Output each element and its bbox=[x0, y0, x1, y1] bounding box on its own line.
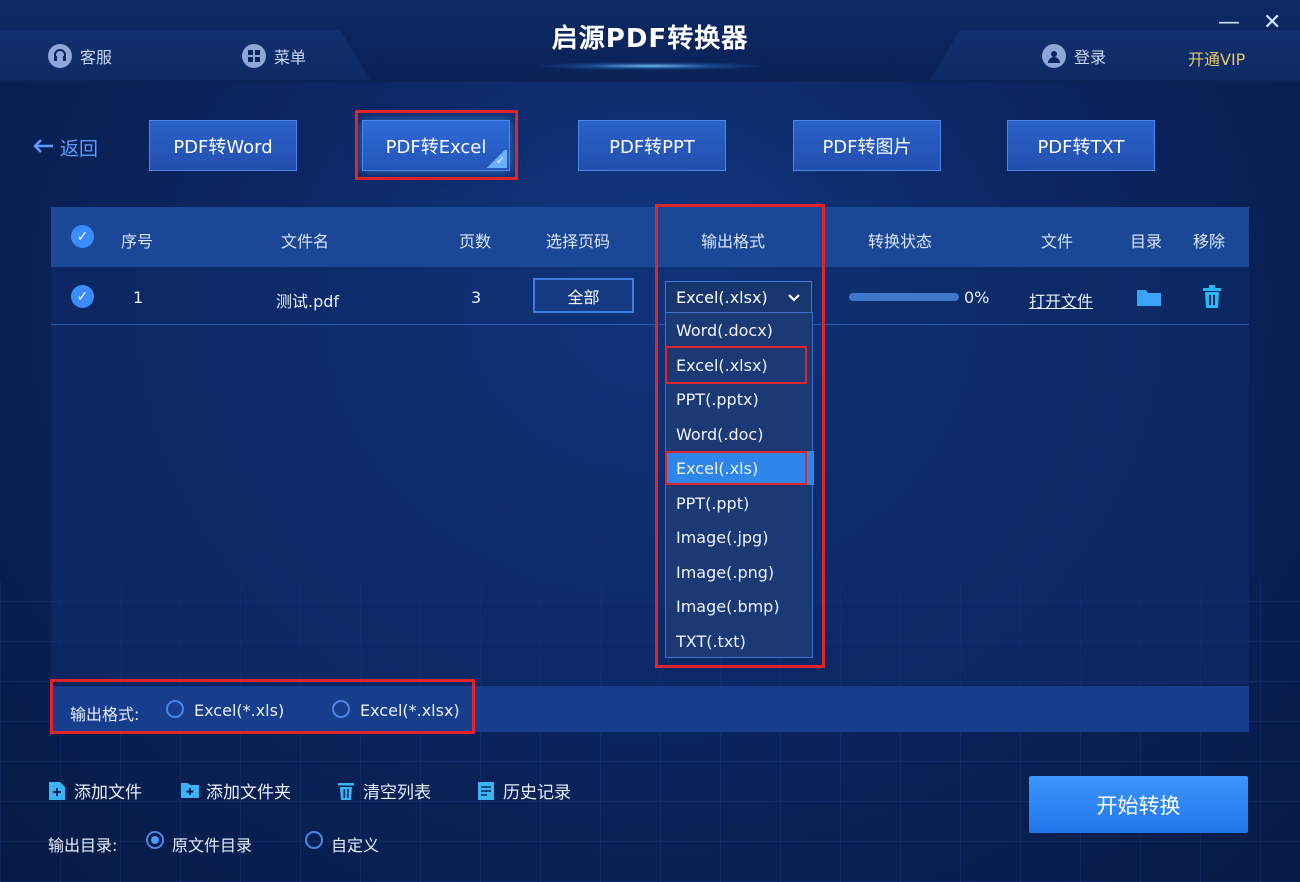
col-filename: 文件名 bbox=[281, 232, 330, 251]
radio-xlsx[interactable] bbox=[332, 700, 350, 718]
radio-xls-label: Excel(*.xls) bbox=[194, 701, 285, 720]
dropdown-option[interactable]: PPT(.ppt) bbox=[666, 486, 814, 520]
col-status: 转换状态 bbox=[868, 232, 933, 251]
login-label: 登录 bbox=[1074, 48, 1107, 67]
tab-pdf-to-word[interactable]: PDF转Word bbox=[149, 120, 297, 171]
radio-xls[interactable] bbox=[166, 700, 184, 718]
select-all-checkbox[interactable]: ✓ bbox=[71, 225, 94, 248]
history-button[interactable]: 历史记录 bbox=[477, 778, 571, 803]
history-label: 历史记录 bbox=[503, 783, 571, 803]
radio-original-dir-label: 原文件目录 bbox=[172, 836, 253, 855]
chevron-down-icon bbox=[787, 288, 801, 307]
add-file-label: 添加文件 bbox=[74, 783, 142, 803]
output-dir-label: 输出目录: bbox=[48, 836, 118, 855]
dropdown-option[interactable]: Word(.docx) bbox=[666, 313, 814, 347]
clear-list-label: 清空列表 bbox=[363, 783, 431, 803]
output-format-value: Excel(.xlsx) bbox=[676, 287, 768, 307]
tab-pdf-to-excel-label: PDF转Excel bbox=[385, 136, 487, 158]
close-button[interactable]: ✕ bbox=[1263, 10, 1281, 35]
dropdown-option[interactable]: Image(.jpg) bbox=[666, 520, 814, 554]
start-convert-button[interactable]: 开始转换 bbox=[1029, 776, 1248, 833]
tab-pdf-to-ppt[interactable]: PDF转PPT bbox=[578, 120, 726, 171]
radio-custom-dir[interactable] bbox=[305, 831, 323, 849]
selected-check-icon: ✓ bbox=[485, 150, 507, 168]
progress-percent: 0% bbox=[964, 288, 990, 307]
format-dropdown-list: Word(.docx) Excel(.xlsx) PPT(.pptx) Word… bbox=[665, 312, 814, 658]
dropdown-option[interactable]: Image(.bmp) bbox=[666, 589, 814, 623]
col-pages: 页数 bbox=[459, 232, 492, 251]
output-format-label: 输出格式: bbox=[70, 705, 140, 724]
back-label: 返回 bbox=[60, 138, 99, 160]
trash-icon bbox=[337, 781, 355, 801]
tab-pdf-to-excel[interactable]: PDF转Excel ✓ bbox=[362, 120, 510, 171]
col-index: 序号 bbox=[121, 232, 154, 251]
dropdown-option-highlighted[interactable]: Excel(.xls) bbox=[666, 451, 814, 485]
grid-menu-icon bbox=[242, 44, 266, 68]
file-table: ✓ 序号 文件名 页数 选择页码 输出格式 转换状态 文件 目录 移除 ✓ 1 … bbox=[51, 207, 1249, 685]
row-filename: 测试.pdf bbox=[276, 292, 340, 311]
table-header: ✓ 序号 文件名 页数 选择页码 输出格式 转换状态 文件 目录 移除 bbox=[51, 207, 1249, 267]
minimize-button[interactable]: — bbox=[1218, 10, 1240, 35]
radio-custom-dir-label: 自定义 bbox=[331, 836, 380, 855]
open-file-link[interactable]: 打开文件 bbox=[1029, 288, 1093, 312]
service-label: 客服 bbox=[80, 48, 113, 67]
dropdown-option[interactable]: PPT(.pptx) bbox=[666, 382, 814, 416]
trash-icon[interactable] bbox=[1202, 285, 1222, 309]
menu-button[interactable]: 菜单 bbox=[242, 44, 306, 68]
headset-icon bbox=[48, 44, 72, 68]
add-folder-label: 添加文件夹 bbox=[206, 783, 291, 803]
table-row: ✓ 1 测试.pdf 3 全部 Excel(.xlsx) 0% 打开文件 bbox=[51, 269, 1249, 325]
row-pages: 3 bbox=[471, 288, 482, 307]
add-file-button[interactable]: 添加文件 bbox=[48, 778, 142, 803]
title-glow bbox=[540, 62, 760, 70]
menu-label: 菜单 bbox=[274, 48, 307, 67]
row-index: 1 bbox=[133, 288, 144, 307]
col-file: 文件 bbox=[1041, 232, 1074, 251]
service-button[interactable]: 客服 bbox=[48, 44, 112, 68]
progress-bar bbox=[849, 293, 959, 301]
login-button[interactable]: 登录 bbox=[1042, 44, 1106, 68]
dropdown-option[interactable]: TXT(.txt) bbox=[666, 624, 814, 658]
arrow-left-icon bbox=[32, 137, 54, 159]
dropdown-option[interactable]: Image(.png) bbox=[666, 555, 814, 589]
user-icon bbox=[1042, 44, 1066, 68]
history-doc-icon bbox=[477, 781, 495, 801]
radio-xlsx-label: Excel(*.xlsx) bbox=[360, 701, 460, 720]
page-select-button[interactable]: 全部 bbox=[533, 278, 634, 313]
back-button[interactable]: 返回 bbox=[32, 134, 98, 161]
tab-pdf-to-image[interactable]: PDF转图片 bbox=[793, 120, 941, 171]
row-checkbox[interactable]: ✓ bbox=[71, 285, 94, 308]
folder-icon[interactable] bbox=[1136, 288, 1162, 307]
add-folder-button[interactable]: 添加文件夹 bbox=[180, 778, 291, 803]
dropdown-option[interactable]: Excel(.xlsx) bbox=[666, 348, 814, 382]
add-folder-icon bbox=[180, 781, 199, 801]
radio-original-dir[interactable] bbox=[146, 831, 164, 849]
vip-link[interactable]: 开通VIP bbox=[1188, 46, 1245, 70]
col-output-format: 输出格式 bbox=[701, 232, 766, 251]
clear-list-button[interactable]: 清空列表 bbox=[337, 778, 431, 803]
col-remove: 移除 bbox=[1193, 232, 1226, 251]
tab-pdf-to-txt[interactable]: PDF转TXT bbox=[1007, 120, 1155, 171]
add-file-icon bbox=[48, 781, 66, 801]
dropdown-option[interactable]: Word(.doc) bbox=[666, 417, 814, 451]
output-format-select[interactable]: Excel(.xlsx) bbox=[665, 281, 812, 313]
col-page-select: 选择页码 bbox=[546, 232, 611, 251]
title-bar: 启源PDF转换器 — ✕ 客服 菜单 登录 开通VIP bbox=[0, 0, 1300, 82]
col-dir: 目录 bbox=[1130, 232, 1163, 251]
